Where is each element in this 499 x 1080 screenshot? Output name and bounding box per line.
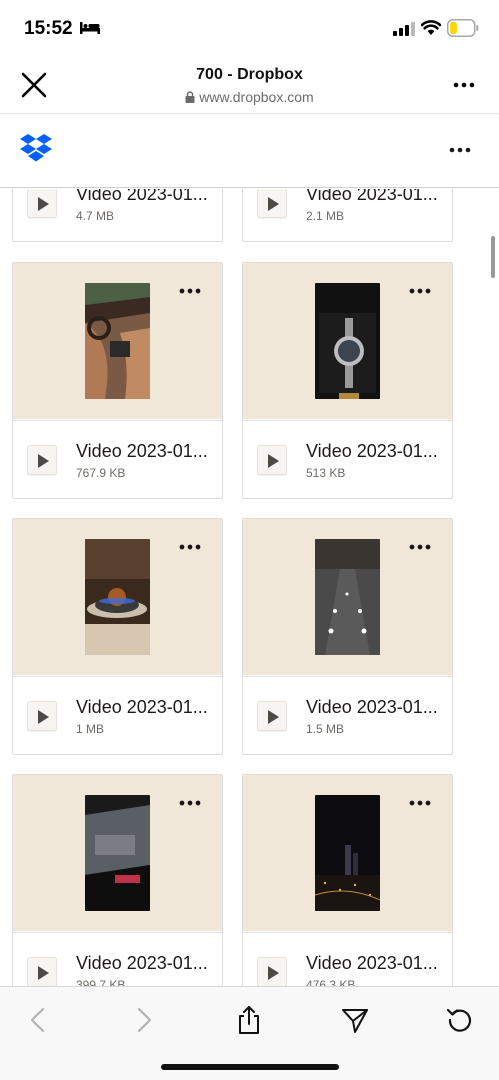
file-size: 767.9 KB [76,466,126,480]
page-title: 700 - Dropbox [196,66,303,83]
dropbox-app-bar [0,114,499,188]
share-icon[interactable] [234,1005,264,1035]
cellular-signal-icon [393,22,415,36]
video-thumbnail[interactable] [13,519,222,675]
file-name: Video 2023-01... [76,189,208,204]
forward-arrow-icon[interactable] [129,1005,159,1035]
file-card[interactable]: Video 2023-01... 1 MB [12,518,223,755]
file-name: Video 2023-01... [306,697,438,717]
car-interior-thumbnail [85,283,150,399]
file-size: 476.3 KB [306,978,356,986]
file-card-footer[interactable]: Video 2023-01... 513 KB [243,420,452,498]
file-card-footer[interactable]: Video 2023-01... 399.7 KB [13,932,222,986]
play-button[interactable] [27,445,57,475]
send-icon[interactable] [340,1005,370,1035]
marble-lobby-thumbnail [315,539,380,655]
file-card[interactable]: Video 2023-01... 399.7 KB [12,774,223,986]
play-button[interactable] [257,445,287,475]
play-icon [38,966,49,980]
file-name: Video 2023-01... [306,189,438,204]
file-card[interactable]: Video 2023-01... 476.3 KB [242,774,453,986]
video-thumbnail[interactable] [243,263,452,419]
more-horizontal-icon[interactable] [179,287,201,295]
video-thumbnail[interactable] [243,775,452,931]
play-button[interactable] [257,957,287,986]
refresh-icon[interactable] [445,1005,475,1035]
play-button[interactable] [257,701,287,731]
more-horizontal-icon[interactable] [409,287,431,295]
file-name: Video 2023-01... [76,441,208,461]
play-button[interactable] [27,189,57,218]
file-card[interactable]: Video 2023-01... 4.7 MB [12,189,223,242]
file-card[interactable]: Video 2023-01... 767.9 KB [12,262,223,499]
file-card-footer[interactable]: Video 2023-01... 2.1 MB [243,189,452,241]
back-arrow-icon[interactable] [23,1005,53,1035]
status-bar: 15:52 [0,0,499,58]
file-grid: Video 2023-01... 4.7 MB Video 2023-01...… [0,189,499,986]
more-horizontal-icon[interactable] [448,140,472,160]
video-thumbnail[interactable] [13,263,222,419]
play-button[interactable] [27,957,57,986]
play-icon [38,197,49,211]
file-size: 2.1 MB [306,209,345,223]
dropbox-logo[interactable] [19,133,53,163]
battery-icon [447,19,479,37]
file-card[interactable]: Video 2023-01... 2.1 MB [242,189,453,242]
file-card-footer[interactable]: Video 2023-01... 767.9 KB [13,420,222,498]
file-size: 1.5 MB [306,722,345,736]
file-card[interactable]: Video 2023-01... 513 KB [242,262,453,499]
file-card-footer[interactable]: Video 2023-01... 476.3 KB [243,932,452,986]
more-horizontal-icon[interactable] [452,75,476,95]
video-thumbnail[interactable] [13,775,222,931]
video-thumbnail[interactable] [243,519,452,675]
play-button[interactable] [27,701,57,731]
wifi-icon [421,20,441,35]
file-name: Video 2023-01... [76,953,208,973]
play-icon [268,966,279,980]
bed-icon [80,22,100,34]
play-icon [268,197,279,211]
file-name: Video 2023-01... [306,953,438,973]
file-size: 1 MB [76,722,105,736]
file-size: 513 KB [306,466,346,480]
more-horizontal-icon[interactable] [179,543,201,551]
city-night-thumbnail [315,795,380,911]
play-icon [268,454,279,468]
file-card-footer[interactable]: Video 2023-01... 1 MB [13,676,222,754]
file-name: Video 2023-01... [306,441,438,461]
url-bar[interactable]: www.dropbox.com [0,89,499,105]
page-url: www.dropbox.com [199,89,314,105]
file-card[interactable]: Video 2023-01... 1.5 MB [242,518,453,755]
watch-in-box-thumbnail [315,283,380,399]
play-icon [268,710,279,724]
file-name: Video 2023-01... [76,697,208,717]
file-card-footer[interactable]: Video 2023-01... 4.7 MB [13,189,222,241]
more-horizontal-icon[interactable] [409,543,431,551]
file-card-footer[interactable]: Video 2023-01... 1.5 MB [243,676,452,754]
play-icon [38,710,49,724]
status-time: 15:52 [24,18,73,39]
dessert-dish-thumbnail [85,539,150,655]
file-size: 4.7 MB [76,209,115,223]
more-horizontal-icon[interactable] [409,799,431,807]
car-window-night-thumbnail [85,795,150,911]
lock-icon [185,91,195,103]
scrollbar[interactable] [491,236,495,278]
browser-header: 700 - Dropbox www.dropbox.com [0,58,499,114]
play-button[interactable] [257,189,287,218]
home-indicator[interactable] [161,1064,339,1070]
file-size: 399.7 KB [76,978,126,986]
play-icon [38,454,49,468]
more-horizontal-icon[interactable] [179,799,201,807]
